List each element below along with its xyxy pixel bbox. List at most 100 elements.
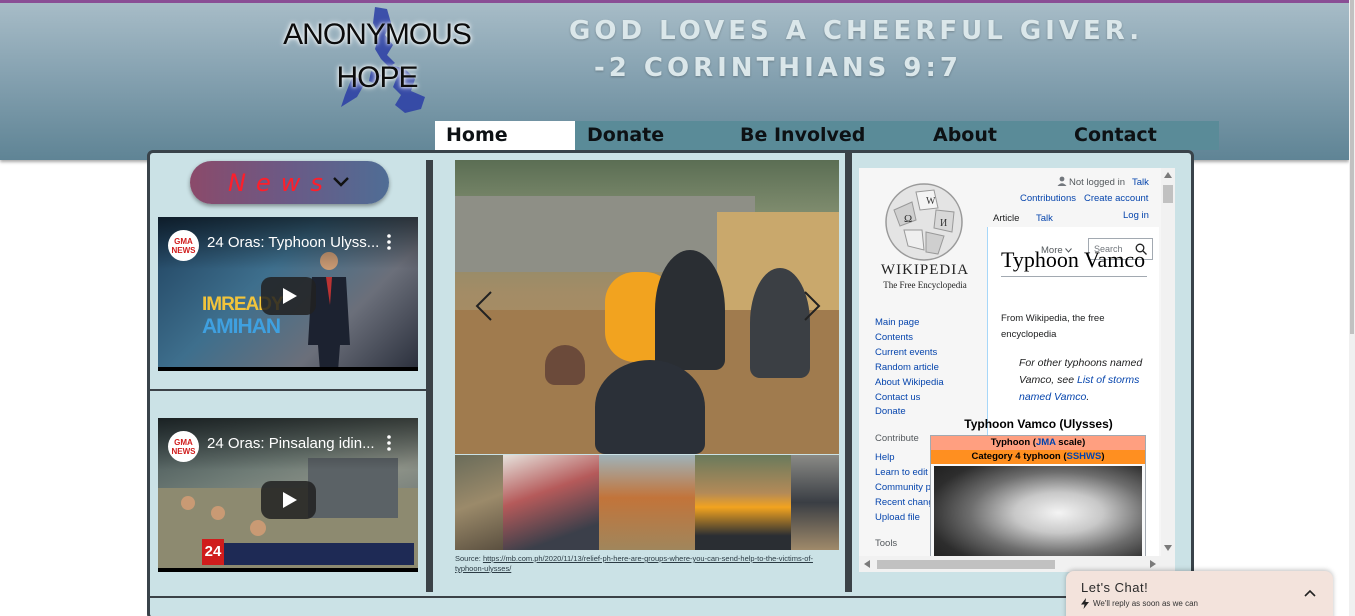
video-bottom-bar <box>158 568 418 572</box>
chat-title: Let's Chat! <box>1081 580 1149 595</box>
scrollbar-thumb[interactable] <box>1163 185 1173 203</box>
news-label: News <box>228 169 333 197</box>
more-options-icon[interactable] <box>384 232 394 252</box>
gallery-main-image[interactable] <box>455 160 839 454</box>
image-source-caption: Source: https://mb.com.ph/2020/11/13/rel… <box>455 554 835 574</box>
sshws-suffix: ) <box>1101 451 1105 462</box>
user-talk-link[interactable]: Talk <box>1132 177 1149 188</box>
log-in-link[interactable]: Log in <box>1123 210 1149 221</box>
infobox-title: Typhoon Vamco (Ulysses) <box>964 417 1113 431</box>
create-account-link[interactable]: Create account <box>1084 193 1148 204</box>
scroll-up-icon[interactable] <box>1164 172 1172 178</box>
gallery-thumbnail[interactable] <box>599 455 695 550</box>
article-title: Typhoon Vamco <box>1001 245 1147 277</box>
wiki-sidebar-nav: Main page Contents Current events Random… <box>875 316 944 420</box>
user-icon <box>1057 176 1067 186</box>
jma-link[interactable]: JMA <box>1036 437 1056 448</box>
hatnote: For other typhoons named Vamco, see List… <box>1019 355 1149 406</box>
contributions-link[interactable]: Contributions <box>1020 193 1076 204</box>
quote-citation: -2 CORINTHIANS 9:7 <box>594 53 962 83</box>
satellite-image[interactable] <box>934 466 1142 570</box>
scroll-down-icon[interactable] <box>1164 545 1172 551</box>
scroll-right-icon[interactable] <box>1150 560 1156 568</box>
chevron-right-icon[interactable] <box>799 290 823 322</box>
video-embed-typhoon-ulysses[interactable]: IMREADY AMIHAN GMA NEWS 24 Oras: Typhoon… <box>158 217 418 371</box>
wiki-vertical-scrollbar[interactable] <box>1161 168 1175 556</box>
nav-link-donate[interactable]: Donate <box>875 405 944 420</box>
svg-text:И: И <box>940 218 947 229</box>
not-logged-in-text: Not logged in <box>1069 177 1125 188</box>
page-scrollbar-thumb[interactable] <box>1350 0 1354 334</box>
contribute-heading: Contribute <box>875 433 919 444</box>
wikipedia-wordmark[interactable]: WIKIPEDIA <box>875 262 975 279</box>
chevron-up-icon[interactable] <box>1303 586 1317 600</box>
jma-suffix: scale) <box>1055 437 1086 448</box>
svg-text:W: W <box>926 196 936 207</box>
source-prefix: Source: <box>455 554 483 563</box>
nav-link-contact-us[interactable]: Contact us <box>875 391 944 406</box>
nav-link-main-page[interactable]: Main page <box>875 316 944 331</box>
main-nav: Home Donate Be Involved About Contact <box>435 121 1219 157</box>
nav-link-about-wikipedia[interactable]: About Wikipedia <box>875 376 944 391</box>
nav-link-contents[interactable]: Contents <box>875 331 944 346</box>
tab-article[interactable]: Article <box>993 213 1019 224</box>
lightning-icon <box>1081 598 1089 609</box>
source-link[interactable]: https://mb.com.ph/2020/11/13/relief-ph-h… <box>455 554 813 573</box>
gallery-thumbnail[interactable] <box>695 455 791 550</box>
nav-link-random-article[interactable]: Random article <box>875 361 944 376</box>
wikipedia-embed: Ω W И WIKIPEDIA The Free Encyclopedia No… <box>859 168 1175 572</box>
gallery-thumbnails <box>455 455 839 550</box>
bottom-divider <box>150 596 1194 598</box>
infobox: Typhoon (JMA scale) Category 4 typhoon (… <box>930 435 1146 572</box>
sshws-link[interactable]: SSHWS <box>1067 451 1102 462</box>
person-shape <box>545 345 585 385</box>
page: ANONYMOUS HOPE GOD LOVES A CHEERFUL GIVE… <box>0 0 1355 616</box>
scroll-left-icon[interactable] <box>864 560 870 568</box>
hatnote-suffix: . <box>1086 391 1090 403</box>
chat-subtitle: We'll reply as soon as we can <box>1093 599 1198 608</box>
person-shape <box>750 268 810 378</box>
gallery-thumbnail[interactable] <box>455 455 503 550</box>
video-title[interactable]: 24 Oras: Pinsalang idin... <box>207 435 375 452</box>
video-bottom-bar <box>158 367 418 371</box>
nav-donate[interactable]: Donate <box>587 121 664 150</box>
nav-link-current-events[interactable]: Current events <box>875 346 944 361</box>
scrollbar-thumb[interactable] <box>877 560 1055 569</box>
tab-talk[interactable]: Talk <box>1036 213 1053 224</box>
infobox-jma-row: Typhoon (JMA scale) <box>931 436 1145 450</box>
channel-avatar: GMA NEWS <box>168 230 199 261</box>
logo-line-2: HOPE <box>336 61 418 94</box>
column-divider-right <box>845 152 852 592</box>
logo-line-1: ANONYMOUS <box>283 18 472 51</box>
wikipedia-tagline: The Free Encyclopedia <box>883 280 967 290</box>
play-button[interactable] <box>261 277 316 315</box>
news-dropdown-button[interactable]: News <box>190 161 389 204</box>
jma-prefix: Typhoon ( <box>990 437 1036 448</box>
article-source-line: From Wikipedia, the free encyclopedia <box>1001 313 1105 340</box>
news-banner <box>202 543 414 565</box>
column-divider-left <box>426 160 433 592</box>
overlay-line-2: AMIHAN <box>202 315 281 338</box>
nav-contact[interactable]: Contact <box>1074 121 1157 150</box>
play-button[interactable] <box>261 481 316 519</box>
channel-avatar: GMA NEWS <box>168 431 199 462</box>
chevron-down-icon <box>333 177 349 187</box>
video-title[interactable]: 24 Oras: Typhoon Ulyss... <box>207 234 379 251</box>
quote-text: GOD LOVES A CHEERFUL GIVER. <box>569 16 1144 46</box>
more-options-icon[interactable] <box>384 433 394 453</box>
chat-widget[interactable]: Let's Chat! We'll reply as soon as we ca… <box>1066 571 1333 616</box>
nav-be-involved[interactable]: Be Involved <box>740 121 865 150</box>
gallery-thumbnail[interactable] <box>503 455 599 550</box>
channel-name: GMA NEWS <box>171 438 196 456</box>
tools-heading: Tools <box>875 538 898 549</box>
nav-home[interactable]: Home <box>435 121 575 150</box>
nav-about[interactable]: About <box>933 121 997 150</box>
wiki-horizontal-scrollbar[interactable] <box>859 556 1175 572</box>
infobox-sshws-row: Category 4 typhoon (SSHWS) <box>931 450 1145 464</box>
video-embed-pinsala[interactable]: 24 GMA NEWS 24 Oras: Pinsalang idin... <box>158 418 418 572</box>
site-logo[interactable]: ANONYMOUS HOPE <box>262 13 492 99</box>
gallery-thumbnail[interactable] <box>791 455 839 550</box>
svg-text:Ω: Ω <box>904 213 912 225</box>
chevron-left-icon[interactable] <box>473 290 497 322</box>
wikipedia-globe-icon[interactable]: Ω W И <box>882 180 966 264</box>
